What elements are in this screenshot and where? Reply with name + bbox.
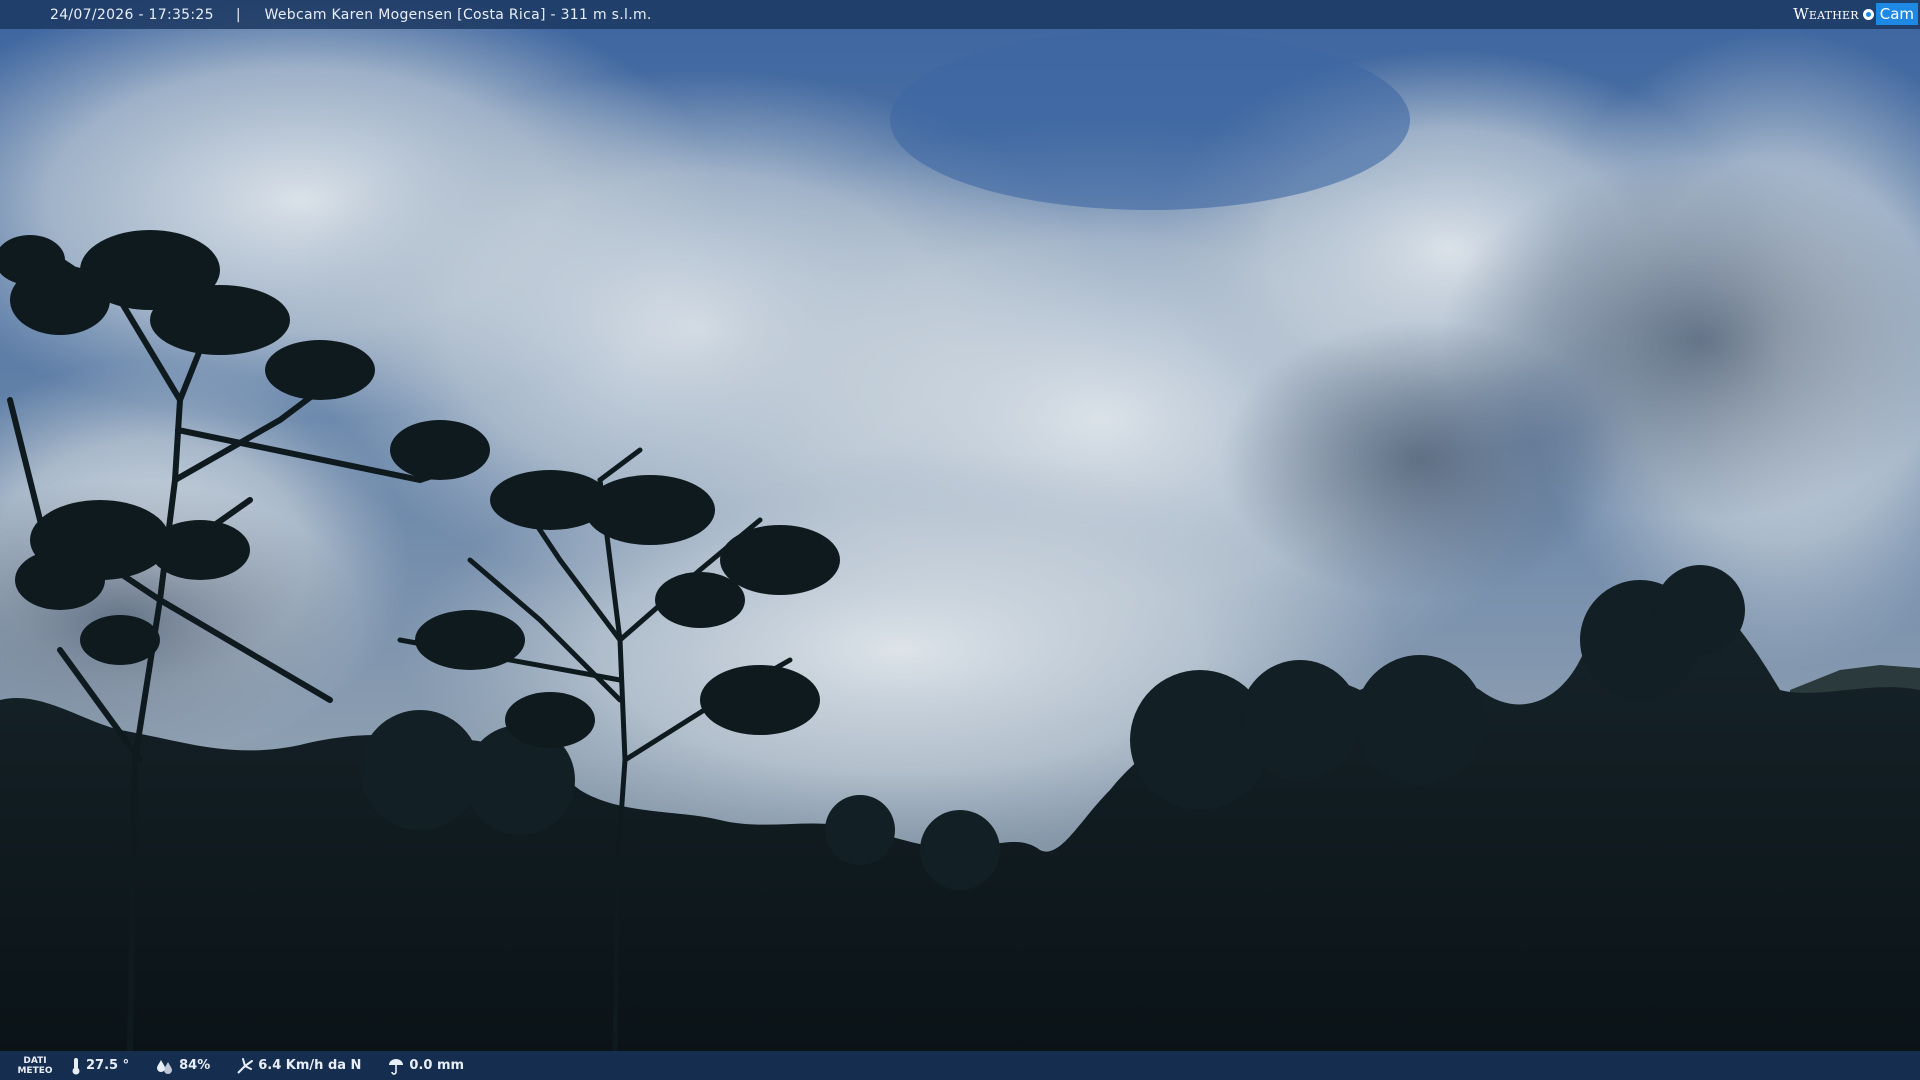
weather-data-label: DATI METEO [0, 1056, 70, 1076]
weather-data-bar: DATI METEO 27.5 ° 84% 6.4 Km/h da N 0.0 … [0, 1051, 1920, 1080]
logo-text-cam: Cam [1875, 3, 1918, 25]
rain-value: 0.0 mm [409, 1058, 465, 1073]
logo-text-weather: Weather [1793, 5, 1859, 23]
rain-metric: 0.0 mm [387, 1057, 464, 1075]
webcam-title: Webcam Karen Mogensen [Costa Rica] - 311… [264, 6, 652, 23]
humidity-icon [157, 1059, 173, 1074]
weather-data-label-line2: METEO [17, 1065, 53, 1076]
weather-data-label-line1: DATI [23, 1055, 47, 1066]
webcam-viewport: 24/07/2026 - 17:35:25 | Webcam Karen Mog… [0, 0, 1920, 1080]
header-separator: | [235, 6, 241, 23]
webcam-image [0, 0, 1920, 1080]
wind-metric: 6.4 Km/h da N [236, 1057, 361, 1075]
temperature-value: 27.5 ° [86, 1058, 130, 1073]
humidity-metric: 84% [155, 1058, 210, 1074]
wind-icon [237, 1057, 254, 1074]
header-bar: 24/07/2026 - 17:35:25 | Webcam Karen Mog… [0, 0, 1920, 29]
temperature-metric: 27.5 ° [70, 1057, 129, 1075]
rain-icon [389, 1058, 404, 1075]
weathercam-logo[interactable]: Weather Cam [1793, 3, 1918, 25]
wind-value: 6.4 Km/h da N [258, 1058, 362, 1073]
timestamp: 24/07/2026 - 17:35:25 [50, 6, 214, 23]
thermometer-icon [72, 1057, 80, 1074]
globe-icon [1862, 8, 1874, 20]
humidity-value: 84% [179, 1058, 211, 1073]
